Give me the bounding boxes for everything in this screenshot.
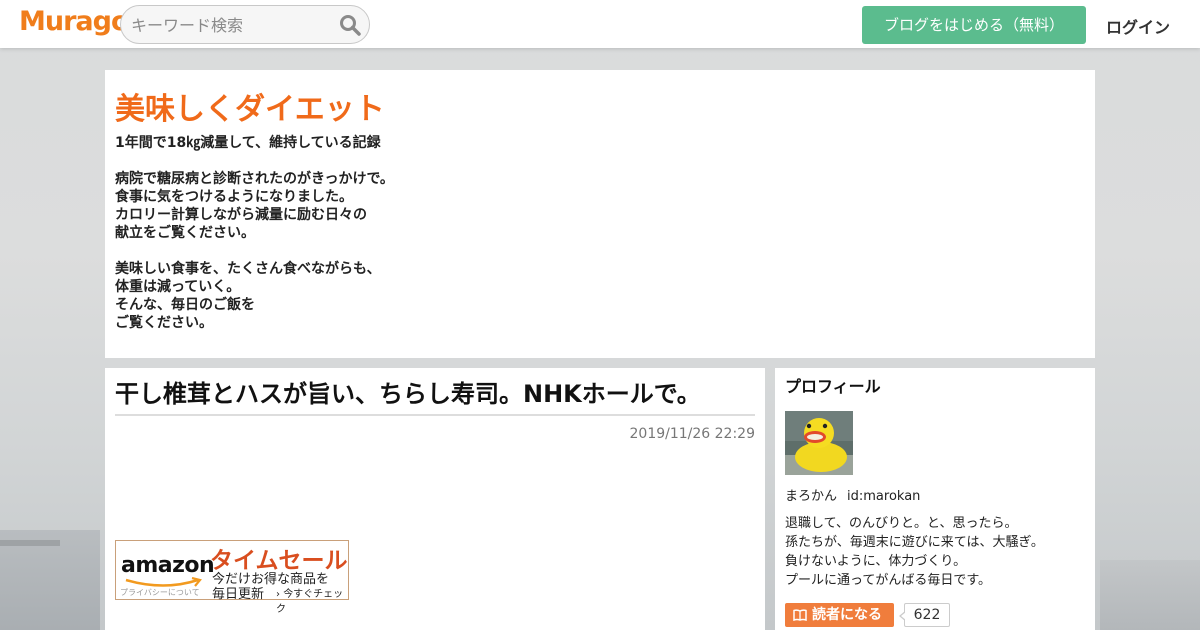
profile-name-line: まろかん id:marokan [785, 485, 920, 504]
search-box [120, 5, 370, 44]
follower-count: 622 [899, 603, 950, 627]
article-card: 干し椎茸とハスが旨い、ちらし寿司。NHKホールで。 2019/11/26 22:… [105, 368, 765, 630]
follow-button[interactable]: 読者になる [785, 603, 894, 627]
search-input[interactable] [131, 14, 331, 36]
article-date: 2019/11/26 22:29 [629, 426, 756, 442]
background-structure-right [1100, 560, 1200, 630]
chevron-right-icon: › [276, 589, 280, 600]
follow-button-label: 読者になる [812, 607, 882, 623]
amazon-sub-text-2: 毎日更新 [212, 587, 265, 602]
profile-card: プロフィール まろかん id:marokan 退職して、のんびりと。と、思ったら。… [775, 368, 1095, 630]
profile-bio: 退職して、のんびりと。と、思ったら。 孫たちが、毎週末に遊びに来ては、大騒ぎ。 … [785, 516, 1044, 588]
article-title[interactable]: 干し椎茸とハスが旨い、ちらし寿司。NHKホールで。 [115, 376, 755, 416]
amazon-timesale-banner[interactable]: amazon プライバシーについて タイムセール 今だけお得な商品を 毎日更新 … [115, 540, 349, 615]
search-icon[interactable] [339, 14, 361, 36]
site-header: Muragon ブログをはじめる（無料） ログイン [0, 0, 1200, 48]
profile-name[interactable]: まろかん [785, 489, 837, 504]
profile-heading: プロフィール [785, 377, 881, 396]
blog-header: 美味しくダイエット 1年間で18㎏減量して、維持している記録 病院で糖尿病と診断… [105, 70, 1095, 358]
blog-description: 1年間で18㎏減量して、維持している記録 病院で糖尿病と診断されたのがきっかけで… [115, 135, 394, 331]
amazon-check-link[interactable]: › 今すぐチェック [276, 585, 348, 615]
book-icon [793, 609, 807, 621]
profile-user-id: id:marokan [847, 489, 921, 504]
amazon-logo: amazon [121, 553, 215, 578]
start-blog-button[interactable]: ブログをはじめる（無料） [862, 6, 1086, 44]
amazon-privacy-link[interactable]: プライバシーについて [120, 587, 200, 598]
login-link[interactable]: ログイン [1106, 14, 1170, 38]
blog-title[interactable]: 美味しくダイエット [115, 90, 1085, 130]
amazon-check-label: 今すぐチェック [276, 589, 344, 615]
avatar[interactable] [785, 411, 853, 475]
background-structure-left [0, 530, 100, 630]
